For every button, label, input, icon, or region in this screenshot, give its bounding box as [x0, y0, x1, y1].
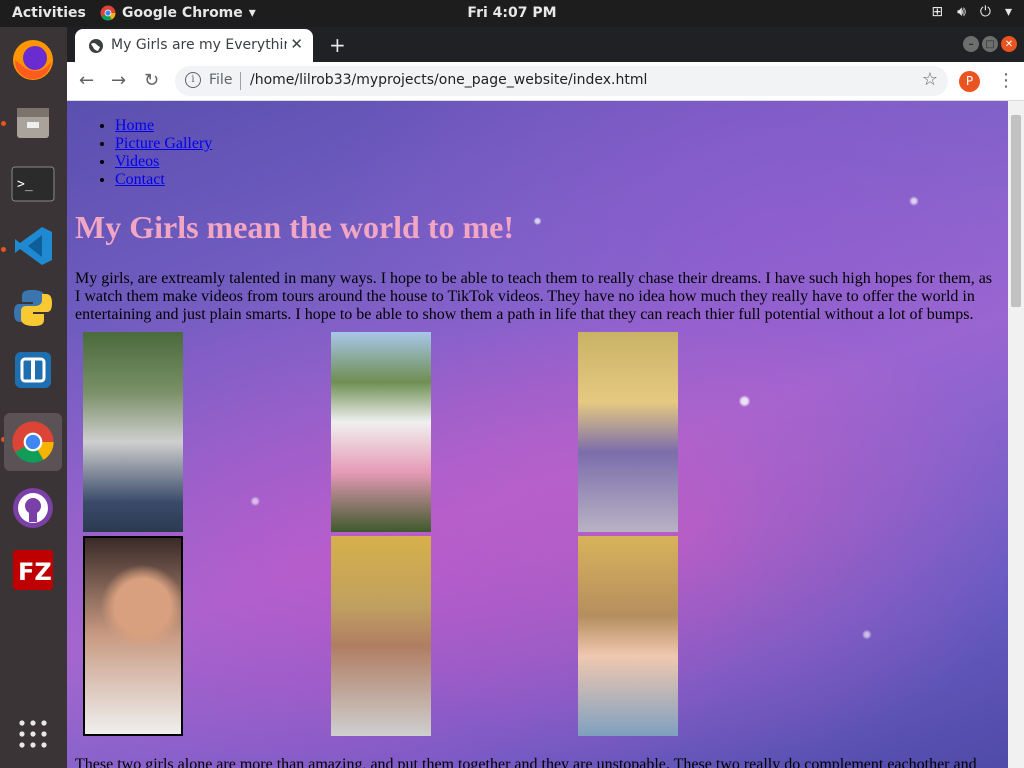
vscode-icon	[15, 227, 52, 265]
back-button[interactable]: ←	[79, 70, 94, 91]
second-paragraph: These two girls alone are more than amaz…	[75, 756, 977, 768]
python-icon	[14, 290, 52, 326]
photo-gallery	[75, 332, 1000, 740]
chrome-icon	[12, 421, 54, 463]
url-text[interactable]: /home/lilrob33/myprojects/one_page_websi…	[250, 72, 647, 88]
firefox-icon	[13, 40, 53, 80]
scrollbar-thumb[interactable]	[1011, 115, 1021, 307]
nav-item: Contact	[115, 171, 1000, 189]
gallery-photo	[331, 332, 431, 532]
globe-icon	[89, 39, 103, 53]
profile-avatar[interactable]: P	[959, 71, 980, 92]
close-icon[interactable]: ✕	[290, 35, 303, 53]
svg-text:FZ: FZ	[18, 558, 52, 586]
nav-link-contact[interactable]: Contact	[115, 171, 165, 188]
scheme-label: File	[209, 72, 233, 88]
nav-item: Home	[115, 117, 1000, 135]
dock-vscode[interactable]	[4, 217, 62, 275]
dock-files[interactable]	[4, 93, 62, 151]
star-icon[interactable]: ☆	[922, 69, 938, 90]
gallery-photo	[578, 536, 678, 736]
tab-title: My Girls are my Everything	[111, 37, 287, 53]
gallery-photo	[331, 536, 431, 736]
maximize-button[interactable]: □	[982, 36, 998, 52]
dock-firefox[interactable]	[4, 31, 62, 89]
dock-filezilla[interactable]: FZ	[4, 541, 62, 599]
dock-show-apps[interactable]	[4, 705, 62, 763]
address-bar[interactable]: i File /home/lilrob33/myprojects/one_pag…	[175, 66, 948, 96]
activities-button[interactable]: Activities	[12, 5, 86, 21]
gallery-photo	[578, 332, 678, 532]
gallery-photo	[83, 536, 183, 736]
nav-item: Picture Gallery	[115, 135, 1000, 153]
dock-chrome[interactable]	[4, 413, 62, 471]
volume-icon: 🔊︎	[957, 4, 966, 20]
app-menu[interactable]: Google Chrome ▾	[100, 5, 256, 21]
page-heading: My Girls mean the world to me!	[75, 209, 515, 245]
tab-active[interactable]: My Girls are my Everything ✕	[75, 29, 313, 62]
dock-python[interactable]	[4, 279, 62, 337]
power-icon: ⏻	[979, 4, 991, 20]
chevron-down-icon: ▾	[1004, 4, 1012, 20]
nav-link-gallery[interactable]: Picture Gallery	[115, 135, 212, 152]
dock-boxy[interactable]	[4, 341, 62, 399]
top-bar: Activities Google Chrome ▾ Fri 4:07 PM ⊞…	[0, 0, 1024, 27]
github-desktop-icon	[13, 488, 53, 528]
gallery-photo	[83, 332, 183, 532]
nav-link-home[interactable]: Home	[115, 117, 154, 134]
divider	[240, 72, 241, 90]
minimize-button[interactable]: –	[963, 36, 979, 52]
terminal-icon: >_	[11, 166, 55, 202]
page-content: Home Picture Gallery Videos Contact My G…	[75, 101, 1000, 768]
app-grid-icon	[19, 720, 47, 748]
network-icon: ⊞	[931, 4, 944, 20]
site-nav: Home Picture Gallery Videos Contact	[75, 117, 1000, 189]
close-window-button[interactable]: ✕	[1001, 36, 1017, 52]
vertical-scrollbar[interactable]	[1008, 101, 1024, 768]
reload-button[interactable]: ↻	[144, 70, 159, 91]
files-icon	[17, 108, 49, 138]
tab-strip: My Girls are my Everything ✕ + – □ ✕	[67, 27, 1024, 62]
info-icon[interactable]: i	[185, 72, 201, 88]
chrome-window: My Girls are my Everything ✕ + – □ ✕ ← →…	[67, 27, 1024, 768]
forward-button[interactable]: →	[111, 70, 126, 91]
chevron-down-icon: ▾	[248, 5, 256, 21]
system-tray[interactable]: ⊞ 🔊︎ ⏻ ▾	[931, 4, 1012, 20]
new-tab-button[interactable]: +	[329, 33, 346, 57]
svg-text:>_: >_	[17, 177, 33, 192]
filezilla-icon: FZ	[13, 550, 53, 590]
nav-link-videos[interactable]: Videos	[115, 153, 159, 170]
browser-toolbar: ← → ↻ i File /home/lilrob33/myprojects/o…	[67, 62, 1024, 101]
chrome-icon	[100, 5, 116, 21]
dock-terminal[interactable]: >_	[4, 155, 62, 213]
app-name-label: Google Chrome	[122, 5, 243, 21]
kebab-menu-icon[interactable]: ⋮	[997, 70, 1015, 91]
nav-item: Videos	[115, 153, 1000, 171]
intro-paragraph: My girls, are extreamly talented in many…	[75, 270, 993, 323]
dock-github-desktop[interactable]	[4, 479, 62, 537]
page-viewport: Home Picture Gallery Videos Contact My G…	[67, 101, 1008, 768]
boxy-icon	[15, 352, 51, 388]
dock: >_ FZ	[0, 27, 67, 768]
